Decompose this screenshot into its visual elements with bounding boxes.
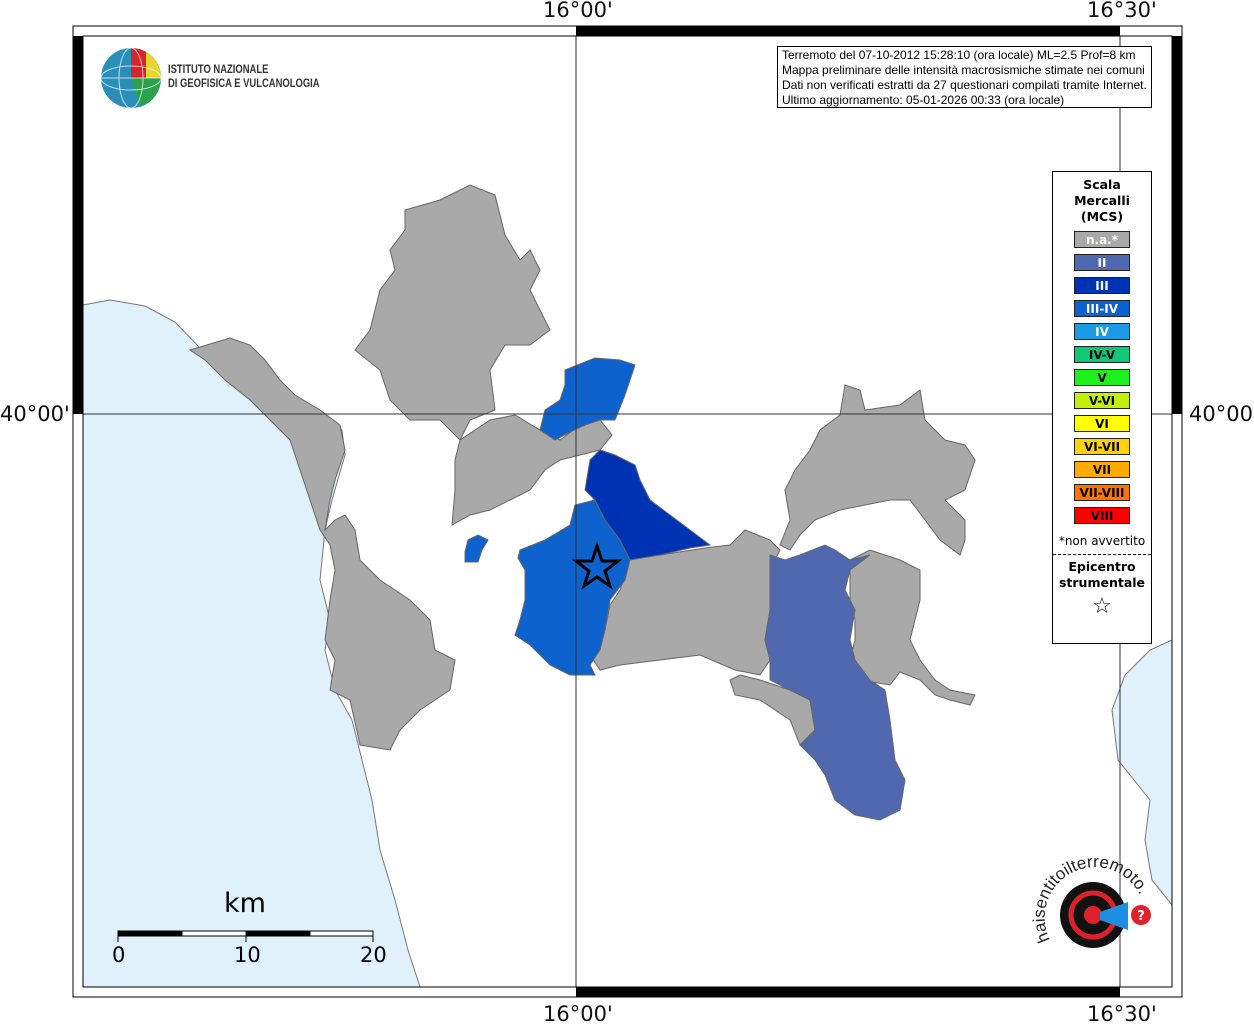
legend-item: III-IV: [1074, 300, 1130, 317]
legend-item: n.a.*: [1074, 231, 1130, 248]
scale-tick-label: 0: [112, 943, 126, 967]
info-line: Ultimo aggiornamento: 05-01-2026 00:33 (…: [782, 93, 1065, 107]
legend-title-line: Scala: [1083, 177, 1121, 192]
ingv-globe-logo: [100, 47, 162, 109]
legend-item: VI: [1074, 415, 1130, 432]
legend-item: V-VI: [1074, 392, 1130, 409]
star-icon: ☆: [1092, 594, 1112, 619]
legend-title-line: Mercalli: [1074, 193, 1130, 208]
legend-item: VII-VIII: [1074, 484, 1130, 501]
epicenter-title-line: Epicentro: [1068, 559, 1136, 574]
event-info-box: Terremoto del 07-10-2012 15:28:10 (ora l…: [777, 46, 1152, 108]
scale-unit: km: [224, 888, 266, 919]
scale-tick-label: 10: [234, 943, 261, 967]
lon-label-top-16-00: 16°00': [543, 0, 613, 22]
legend-title: Scala Mercalli (MCS): [1053, 177, 1151, 225]
epicenter-title-line: strumentale: [1058, 575, 1146, 590]
legend-divider: [1053, 554, 1151, 555]
scale-tick-label: 20: [360, 943, 387, 967]
mercalli-legend: Scala Mercalli (MCS) n.a.* II III III-IV IV I…: [1052, 171, 1152, 644]
ingv-line2: DI GEOFISICA E VULCANOLOGIA: [168, 78, 320, 90]
svg-text:?: ?: [1137, 909, 1145, 924]
legend-item: II: [1074, 254, 1130, 271]
lat-label-right-40-00: 40°00': [1189, 402, 1254, 426]
legend-title-line: (MCS): [1080, 209, 1124, 224]
info-line: Dati non verificati estratti da 27 quest…: [782, 78, 1147, 92]
legend-note: *non avvertito: [1058, 534, 1146, 548]
lon-label-bottom-16-00: 16°00': [543, 1002, 613, 1026]
legend-item: IV-V: [1074, 346, 1130, 363]
epicenter-legend-title: Epicentro strumentale: [1053, 559, 1151, 591]
legend-item: V: [1074, 369, 1130, 386]
info-line: Terremoto del 07-10-2012 15:28:10 (ora l…: [782, 48, 1136, 62]
info-line: Mappa preliminare delle intensità macros…: [782, 63, 1145, 77]
legend-item: IV: [1074, 323, 1130, 340]
legend-item: VII: [1074, 461, 1130, 478]
lat-label-left-40-00: 40°00': [0, 402, 70, 426]
lon-label-bottom-16-30: 16°30': [1087, 1002, 1157, 1026]
legend-item: VI-VII: [1074, 438, 1130, 455]
legend-item: III: [1074, 277, 1130, 294]
legend-item: VIII: [1074, 507, 1130, 524]
ingv-line1: ISTITUTO NAZIONALE: [168, 64, 269, 76]
lon-label-top-16-30: 16°30': [1087, 0, 1157, 22]
ingv-logo-text: ISTITUTO NAZIONALE DI GEOFISICA E VULCAN…: [168, 63, 320, 91]
